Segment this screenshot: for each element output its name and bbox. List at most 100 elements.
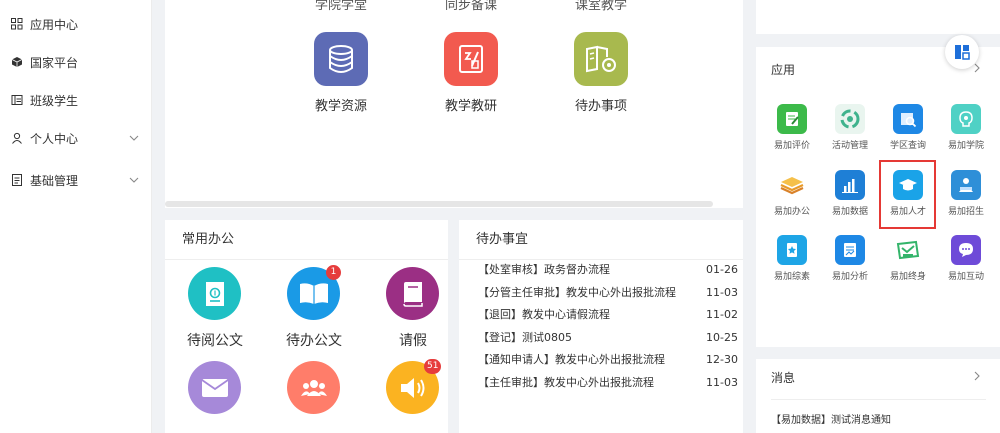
teaching-research-label: 教学教研 — [444, 99, 497, 114]
app-label: 易加数据 — [831, 207, 868, 217]
todo-row[interactable]: 【登记】测试0805 10-25 — [478, 330, 738, 346]
group-button[interactable] — [287, 361, 340, 414]
mail-icon — [200, 378, 229, 397]
pending-docs-label: 待办公文 — [286, 333, 342, 349]
todo-text: 【通知申请人】教发中心外出报批流程 — [478, 353, 665, 366]
horizontal-scrollbar[interactable] — [165, 201, 713, 207]
todo-items-tile[interactable] — [574, 32, 628, 86]
office-stack-icon — [777, 170, 807, 200]
todo-text: 【处室审核】政务督办流程 — [478, 263, 610, 276]
todo-text: 【主任审批】教发中心外出报批流程 — [478, 376, 654, 389]
document-icon — [205, 281, 224, 306]
app-yijia-enrollment[interactable]: 易加招生 — [938, 170, 994, 217]
todo-date: 12-30 — [706, 353, 738, 366]
cut-off-label: 学院学堂 — [314, 0, 367, 13]
teaching-resources-tile[interactable] — [314, 32, 368, 86]
leave-request-label: 请假 — [399, 333, 427, 349]
app-label: 活动管理 — [831, 141, 868, 151]
section-title: 应用 — [771, 63, 796, 77]
app-yijia-lifelong[interactable]: 易加终身 — [880, 235, 936, 282]
section-title: 待办事宜 — [459, 220, 743, 260]
activity-icon — [835, 104, 865, 134]
sidebar-item-label: 应用中心 — [30, 17, 79, 32]
cube-icon — [10, 55, 24, 69]
cut-off-label: 课室教学 — [574, 0, 627, 13]
chevron-right-icon[interactable] — [972, 371, 982, 381]
book-open-icon — [299, 282, 328, 304]
app-yijia-data[interactable]: 易加数据 — [822, 170, 878, 217]
book-icon — [402, 281, 423, 307]
todo-icon — [586, 45, 616, 73]
analysis-icon — [835, 235, 865, 265]
selection-highlight — [879, 160, 936, 229]
app-label: 学区查询 — [889, 141, 926, 151]
app-yijia-evaluate[interactable]: 易加评价 — [764, 104, 820, 151]
speaker-icon — [400, 377, 424, 398]
sidebar-item-app-center[interactable]: 应用中心 — [0, 11, 152, 37]
app-activity-management[interactable]: 活动管理 — [822, 104, 878, 151]
chevron-down-icon[interactable] — [128, 174, 140, 186]
cut-off-label: 同步备课 — [444, 0, 497, 13]
todo-row[interactable]: 【处室审核】政务督办流程 01-26 — [478, 262, 738, 278]
app-label: 易加综素 — [773, 272, 810, 282]
app-yijia-quality[interactable]: 易加综素 — [764, 235, 820, 282]
messages-panel: 消息 【易加数据】测试消息通知 — [756, 359, 1000, 433]
app-label: 易加评价 — [773, 141, 810, 151]
data-icon — [835, 170, 865, 200]
quick-entry-panel: 学院学堂 同步备课 课室教学 教学资源 教学教研 待办事项 — [165, 0, 743, 208]
pending-read-docs-button[interactable] — [188, 267, 241, 320]
todo-row[interactable]: 【退回】教发中心请假流程 11-02 — [478, 307, 738, 323]
todo-text: 【登记】测试0805 — [478, 331, 572, 344]
grid-icon — [10, 17, 24, 31]
todo-row[interactable]: 【分管主任审批】教发中心外出报批流程 11-03 — [478, 285, 738, 301]
message-item[interactable]: 【易加数据】测试消息通知 — [771, 411, 891, 426]
sidebar: 应用中心 国家平台 班级学生 个人中心 基础管理 — [0, 0, 152, 433]
layout-toggle-button[interactable] — [945, 35, 979, 69]
enroll-icon — [951, 170, 981, 200]
sidebar-item-national-platform[interactable]: 国家平台 — [0, 49, 152, 75]
teaching-research-tile[interactable] — [444, 32, 498, 86]
sidebar-item-personal-center[interactable]: 个人中心 — [0, 125, 152, 151]
app-label: 易加办公 — [773, 207, 810, 217]
teaching-resources-label: 教学资源 — [314, 99, 367, 114]
todo-date: 11-02 — [706, 308, 738, 321]
sidebar-item-label: 班级学生 — [30, 93, 79, 108]
research-icon — [459, 45, 483, 73]
todo-row[interactable]: 【主任审批】教发中心外出报批流程 11-03 — [478, 375, 738, 391]
database-icon — [329, 45, 353, 73]
mail-button[interactable] — [188, 361, 241, 414]
app-label: 易加互动 — [947, 272, 984, 282]
pending-read-docs-label: 待阅公文 — [187, 333, 243, 349]
right-top-panel — [756, 0, 1000, 34]
notification-badge: 1 — [326, 265, 341, 280]
layout-icon — [955, 45, 970, 60]
divider — [771, 399, 986, 400]
sidebar-item-label: 国家平台 — [30, 55, 79, 70]
app-school-district-query[interactable]: 学区查询 — [880, 104, 936, 151]
app-yijia-academy[interactable]: 易加学院 — [938, 104, 994, 151]
user-icon — [10, 131, 24, 145]
app-yijia-analysis[interactable]: 易加分析 — [822, 235, 878, 282]
todo-row[interactable]: 【通知申请人】教发中心外出报批流程 12-30 — [478, 352, 738, 368]
todo-text: 【分管主任审批】教发中心外出报批流程 — [478, 286, 676, 299]
app-yijia-office[interactable]: 易加办公 — [764, 170, 820, 217]
sidebar-item-basic-management[interactable]: 基础管理 — [0, 167, 152, 193]
app-label: 易加终身 — [889, 272, 926, 282]
sidebar-item-class-students[interactable]: 班级学生 — [0, 87, 152, 113]
evaluate-icon — [777, 104, 807, 134]
academy-icon — [951, 104, 981, 134]
todo-date: 01-26 — [706, 263, 738, 276]
apps-panel: 应用 易加评价 活动管理 学区查询 易加学院 易加办公 易加数据 易加人才 易加… — [756, 47, 1000, 347]
school-search-icon — [893, 104, 923, 134]
class-icon — [10, 93, 24, 107]
todo-date: 11-03 — [706, 376, 738, 389]
lifelong-icon — [893, 235, 923, 265]
app-label: 易加分析 — [831, 272, 868, 282]
chevron-down-icon[interactable] — [128, 132, 140, 144]
app-yijia-interaction[interactable]: 易加互动 — [938, 235, 994, 282]
leave-request-button[interactable] — [386, 267, 439, 320]
todo-date: 10-25 — [706, 331, 738, 344]
app-label: 易加招生 — [947, 207, 984, 217]
sidebar-item-label: 个人中心 — [30, 131, 79, 146]
group-icon — [300, 379, 327, 396]
